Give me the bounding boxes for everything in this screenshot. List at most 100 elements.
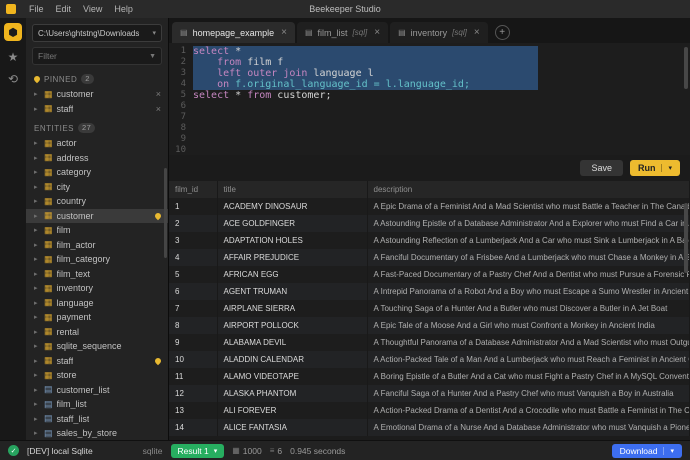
table-row[interactable]: 3ADAPTATION HOLESA Astounding Reflection… bbox=[169, 232, 690, 249]
table-row[interactable]: 5AFRICAN EGGA Fast-Paced Documentary of … bbox=[169, 266, 690, 283]
editor-line[interactable]: 6 bbox=[169, 101, 690, 112]
chevron-right-icon[interactable]: ▸ bbox=[34, 270, 40, 278]
chevron-right-icon[interactable]: ▸ bbox=[34, 168, 40, 176]
chevron-right-icon[interactable]: ▸ bbox=[34, 90, 40, 98]
sidebar-item-address[interactable]: ▸▦address bbox=[26, 151, 168, 166]
chevron-right-icon[interactable]: ▸ bbox=[34, 400, 40, 408]
editor-line[interactable]: 3 left outer join language l bbox=[169, 68, 690, 79]
sidebar-item-store[interactable]: ▸▦store bbox=[26, 368, 168, 383]
sql-editor[interactable]: 1select *2 from film f3 left outer join … bbox=[169, 43, 690, 155]
chevron-right-icon[interactable]: ▸ bbox=[34, 299, 40, 307]
result-selector-button[interactable]: Result 1 ▾ bbox=[171, 444, 225, 458]
connection-name[interactable]: [DEV] local Sqlite bbox=[27, 446, 93, 456]
chevron-right-icon[interactable]: ▸ bbox=[34, 328, 40, 336]
chevron-right-icon[interactable]: ▸ bbox=[34, 183, 40, 191]
column-header-title[interactable]: title bbox=[217, 181, 367, 198]
table-row[interactable]: 11ALAMO VIDEOTAPEA Boring Epistle of a B… bbox=[169, 368, 690, 385]
editor-line[interactable]: 7 bbox=[169, 112, 690, 123]
sidebar-item-customer[interactable]: ▸▦customer bbox=[26, 209, 168, 224]
sidebar-scrollbar[interactable] bbox=[164, 168, 167, 258]
new-tab-button[interactable]: + bbox=[495, 25, 510, 40]
pinned-item-customer[interactable]: ▸▦customer× bbox=[26, 87, 168, 102]
chevron-right-icon[interactable]: ▸ bbox=[34, 342, 40, 350]
unpin-icon[interactable]: × bbox=[156, 89, 161, 99]
table-row[interactable]: 10ALADDIN CALENDARA Action-Packed Tale o… bbox=[169, 351, 690, 368]
menu-file[interactable]: File bbox=[23, 4, 50, 14]
chevron-right-icon[interactable]: ▸ bbox=[34, 139, 40, 147]
sidebar-item-actor[interactable]: ▸▦actor bbox=[26, 136, 168, 151]
editor-scrollbar[interactable] bbox=[684, 47, 688, 89]
column-header-film_id[interactable]: film_id bbox=[169, 181, 217, 198]
favorites-star-icon[interactable]: ★ bbox=[8, 51, 19, 63]
sidebar-item-film_category[interactable]: ▸▦film_category bbox=[26, 252, 168, 267]
chevron-right-icon[interactable]: ▸ bbox=[34, 313, 40, 321]
sidebar-item-customer_list[interactable]: ▸▤customer_list bbox=[26, 383, 168, 398]
run-dropdown-icon[interactable]: ▾ bbox=[661, 164, 672, 172]
editor-line[interactable]: 8 bbox=[169, 123, 690, 134]
editor-line[interactable]: 10 bbox=[169, 145, 690, 155]
sidebar-item-film_list[interactable]: ▸▤film_list bbox=[26, 397, 168, 412]
column-header-description[interactable]: description bbox=[367, 181, 690, 198]
chevron-right-icon[interactable]: ▸ bbox=[34, 241, 40, 249]
table-row[interactable]: 6AGENT TRUMANA Intrepid Panorama of a Ro… bbox=[169, 283, 690, 300]
sidebar-item-language[interactable]: ▸▦language bbox=[26, 296, 168, 311]
entity-filter[interactable]: ▼ bbox=[32, 47, 162, 65]
editor-line[interactable]: 9 bbox=[169, 134, 690, 145]
table-row[interactable]: 1ACADEMY DINOSAURA Epic Drama of a Femin… bbox=[169, 198, 690, 215]
chevron-right-icon[interactable]: ▸ bbox=[34, 226, 40, 234]
unpin-icon[interactable]: × bbox=[156, 104, 161, 114]
filter-input[interactable] bbox=[38, 51, 138, 61]
table-row[interactable]: 4AFFAIR PREJUDICEA Fanciful Documentary … bbox=[169, 249, 690, 266]
chevron-right-icon[interactable]: ▸ bbox=[34, 371, 40, 379]
sidebar-item-sqlite_sequence[interactable]: ▸▦sqlite_sequence bbox=[26, 339, 168, 354]
pin-icon[interactable] bbox=[154, 212, 162, 220]
download-dropdown-icon[interactable]: ▾ bbox=[663, 447, 674, 455]
chevron-right-icon[interactable]: ▸ bbox=[34, 415, 40, 423]
results-header-row[interactable]: film_idtitledescription bbox=[169, 181, 690, 198]
chevron-right-icon[interactable]: ▸ bbox=[34, 212, 40, 220]
table-row[interactable]: 12ALASKA PHANTOMA Fanciful Saga of a Hun… bbox=[169, 385, 690, 402]
sidebar-item-film_actor[interactable]: ▸▦film_actor bbox=[26, 238, 168, 253]
chevron-right-icon[interactable]: ▸ bbox=[34, 154, 40, 162]
editor-line[interactable]: 5select * from customer; bbox=[169, 90, 690, 101]
entities-section-header[interactable]: ENTITIES 27 bbox=[26, 116, 168, 136]
close-tab-icon[interactable]: × bbox=[474, 27, 480, 38]
history-icon[interactable]: ⟲ bbox=[8, 73, 18, 85]
chevron-right-icon[interactable]: ▸ bbox=[34, 429, 40, 437]
save-button[interactable]: Save bbox=[580, 160, 623, 176]
sidebar-item-film[interactable]: ▸▦film bbox=[26, 223, 168, 238]
beekeeper-logo-icon[interactable]: ⬢ bbox=[4, 23, 22, 41]
tab-film_list[interactable]: ▤film_list[sql]× bbox=[297, 22, 388, 43]
menu-edit[interactable]: Edit bbox=[50, 4, 78, 14]
sidebar-item-inventory[interactable]: ▸▦inventory bbox=[26, 281, 168, 296]
table-row[interactable]: 9ALABAMA DEVILA Thoughtful Panorama of a… bbox=[169, 334, 690, 351]
sidebar-item-staff_list[interactable]: ▸▤staff_list bbox=[26, 412, 168, 427]
table-row[interactable]: 8AIRPORT POLLOCKA Epic Tale of a Moose A… bbox=[169, 317, 690, 334]
chevron-right-icon[interactable]: ▸ bbox=[34, 105, 40, 113]
sidebar-item-category[interactable]: ▸▦category bbox=[26, 165, 168, 180]
pinned-section-header[interactable]: PINNED 2 bbox=[26, 67, 168, 87]
menu-help[interactable]: Help bbox=[108, 4, 139, 14]
connection-select[interactable]: C:\Users\ghtstng\Downloads ▾ bbox=[32, 24, 162, 42]
sidebar-item-country[interactable]: ▸▦country bbox=[26, 194, 168, 209]
pin-icon[interactable] bbox=[154, 357, 162, 365]
sidebar-item-city[interactable]: ▸▦city bbox=[26, 180, 168, 195]
close-tab-icon[interactable]: × bbox=[374, 27, 380, 38]
table-row[interactable]: 13ALI FOREVERA Action-Packed Drama of a … bbox=[169, 402, 690, 419]
tab-homepage_example[interactable]: ▤homepage_example× bbox=[172, 22, 295, 43]
run-button[interactable]: Run ▾ bbox=[630, 160, 680, 176]
table-row[interactable]: 7AIRPLANE SIERRAA Touching Saga of a Hun… bbox=[169, 300, 690, 317]
sidebar-item-staff[interactable]: ▸▦staff bbox=[26, 354, 168, 369]
sidebar-item-payment[interactable]: ▸▦payment bbox=[26, 310, 168, 325]
chevron-right-icon[interactable]: ▸ bbox=[34, 197, 40, 205]
tab-inventory[interactable]: ▤inventory[sql]× bbox=[390, 22, 488, 43]
table-row[interactable]: 14ALICE FANTASIAA Emotional Drama of a N… bbox=[169, 419, 690, 436]
chevron-right-icon[interactable]: ▸ bbox=[34, 357, 40, 365]
table-row[interactable]: 2ACE GOLDFINGERA Astounding Epistle of a… bbox=[169, 215, 690, 232]
pinned-item-staff[interactable]: ▸▦staff× bbox=[26, 102, 168, 117]
results-scrollbar[interactable] bbox=[684, 203, 688, 273]
menu-view[interactable]: View bbox=[77, 4, 108, 14]
chevron-right-icon[interactable]: ▸ bbox=[34, 386, 40, 394]
close-tab-icon[interactable]: × bbox=[281, 27, 287, 38]
editor-line[interactable]: 4 on f.original_language_id = l.language… bbox=[169, 79, 690, 90]
